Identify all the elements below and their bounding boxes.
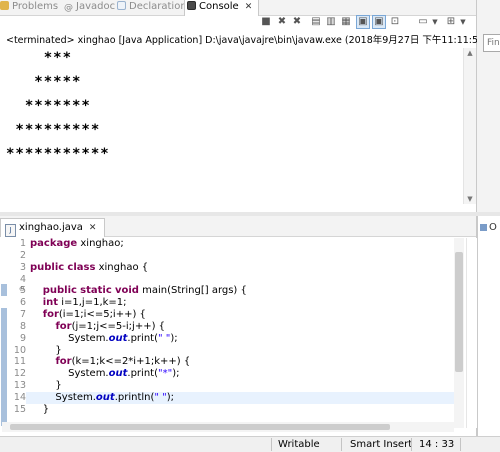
outline-tab-label: O	[489, 222, 497, 233]
line-number: 15	[13, 403, 26, 415]
pin-console-icon[interactable]: ⊡	[389, 16, 401, 28]
show-on-stderr-icon[interactable]: ▣	[372, 15, 386, 29]
console-output-line: *****	[6, 74, 82, 90]
code-line: public class xinghao {	[30, 261, 149, 273]
scroll-down-icon[interactable]: ▼	[464, 194, 476, 204]
tab-console[interactable]: Console ✕	[184, 0, 260, 16]
outline-icon	[480, 224, 487, 231]
tab-problems-label: Problems	[12, 1, 59, 12]
console-output-line: ***********	[6, 146, 110, 162]
code-line: }	[30, 380, 62, 392]
status-writable: Writable	[278, 439, 320, 450]
line-number: 7	[19, 309, 26, 321]
status-bar: Writable Smart Insert 14 : 33	[0, 436, 500, 452]
editor-tab-bar: Jxinghao.java ✕	[0, 216, 476, 237]
line-number: 11	[13, 356, 26, 368]
line-number: 3	[19, 261, 26, 273]
line-number-gutter: 1 2 3 4 5 6 7 8 9 10 11 12 13 14 15	[8, 238, 26, 416]
tab-declaration[interactable]: Declaration	[117, 0, 187, 15]
close-icon[interactable]: ✕	[245, 0, 253, 14]
display-console-dropdown-icon[interactable]: ▼	[429, 16, 441, 28]
line-number: 6	[19, 297, 26, 309]
line-number: 9	[19, 332, 26, 344]
close-icon[interactable]: ✕	[89, 220, 97, 237]
editor-vertical-scrollbar[interactable]	[454, 238, 464, 428]
line-number: 2	[19, 249, 26, 261]
javadoc-icon: @	[64, 3, 73, 13]
tab-console-label: Console	[199, 1, 239, 12]
console-icon	[187, 1, 196, 10]
code-line: public static void main(String[] args) {	[42, 285, 247, 297]
open-console-icon[interactable]: ⊞	[445, 16, 457, 28]
outline-panel	[477, 216, 500, 436]
code-line: }	[30, 344, 62, 356]
console-output-line: ***	[6, 50, 73, 66]
line-number: 4	[19, 273, 26, 285]
status-separator	[271, 438, 272, 451]
word-wrap-icon[interactable]: ▦	[340, 16, 352, 28]
display-console-icon[interactable]: ▭	[417, 16, 429, 28]
outline-tab[interactable]: O	[480, 222, 497, 233]
problems-icon	[0, 1, 9, 10]
tab-declaration-label: Declaration	[129, 1, 187, 12]
status-insert-mode: Smart Insert	[350, 439, 413, 450]
code-line: int i=1,j=1,k=1;	[42, 297, 127, 309]
editor-tab-label: xinghao.java	[19, 222, 83, 233]
console-vertical-scrollbar[interactable]: ▲ ▼	[463, 48, 476, 204]
find-input[interactable]: Fin	[483, 34, 500, 52]
line-number: 10	[13, 344, 26, 356]
console-output-line: *******	[6, 98, 91, 114]
code-line: System.out.print("*");	[30, 368, 180, 380]
scroll-lock-icon[interactable]: ▥	[325, 16, 337, 28]
editor-horizontal-scrollbar[interactable]	[2, 422, 454, 432]
code-area[interactable]: package xinghao; public class xinghao { …	[26, 238, 455, 416]
code-line: package xinghao;	[30, 238, 124, 249]
right-panel	[477, 0, 500, 212]
scroll-thumb[interactable]	[10, 424, 390, 430]
code-line: }	[30, 403, 50, 415]
tab-problems[interactable]: Problems	[0, 0, 58, 15]
java-file-icon: J	[5, 224, 16, 237]
fold-collapse-icon[interactable]: ⊖	[19, 286, 25, 293]
status-separator	[460, 438, 461, 451]
status-separator	[341, 438, 342, 451]
line-number: 14	[13, 391, 26, 403]
overview-ruler	[466, 238, 477, 428]
console-view: Problems @ Javadoc Declaration Console ✕ ■…	[0, 0, 488, 212]
line-number: 13	[13, 380, 26, 392]
scroll-up-icon[interactable]: ▲	[464, 48, 476, 58]
change-marker	[1, 308, 7, 426]
tab-javadoc-label: Javadoc	[76, 1, 116, 12]
status-separator	[411, 438, 412, 451]
line-number: 12	[13, 368, 26, 380]
scroll-thumb[interactable]	[455, 252, 463, 372]
line-number: 1	[19, 238, 26, 249]
tab-xinghao-java[interactable]: Jxinghao.java ✕	[0, 218, 106, 237]
change-marker	[1, 284, 7, 296]
code-line-current: System.out.println(" ");	[26, 391, 455, 404]
declaration-icon	[117, 1, 126, 10]
remove-all-icon[interactable]: ✖	[291, 16, 303, 28]
clear-console-icon[interactable]: ▤	[310, 16, 322, 28]
open-console-dropdown-icon[interactable]: ▼	[457, 16, 469, 28]
console-toolbar: ■ ✖ ✖ ▤ ▥ ▦ ▣ ▣ ⊡ ▭ ▼ ⊞ ▼	[258, 14, 476, 31]
console-output-line: *********	[6, 122, 101, 138]
annotation-ruler	[0, 238, 8, 432]
status-cursor-position: 14 : 33	[419, 439, 455, 450]
console-output[interactable]: *** ***** ******* ********* ***********	[6, 46, 110, 166]
code-line: for(i=1;i<=5;i++) {	[42, 309, 146, 321]
terminate-icon[interactable]: ■	[260, 16, 272, 28]
editor-view: Jxinghao.java ✕ 1 2 3 4 5 6 7 8 9 10 11 1…	[0, 216, 477, 436]
code-line: for(j=1;j<=5-i;j++) {	[55, 320, 166, 332]
code-line: for(k=1;k<=2*i+1;k++) {	[55, 356, 191, 368]
line-number: 8	[19, 320, 26, 332]
show-on-stdout-icon[interactable]: ▣	[356, 15, 370, 29]
code-line: System.out.print(" ");	[30, 332, 178, 344]
console-process-label: <terminated> xinghao [Java Application] …	[6, 35, 488, 46]
tab-javadoc[interactable]: @ Javadoc	[64, 0, 115, 15]
remove-launch-icon[interactable]: ✖	[276, 16, 288, 28]
